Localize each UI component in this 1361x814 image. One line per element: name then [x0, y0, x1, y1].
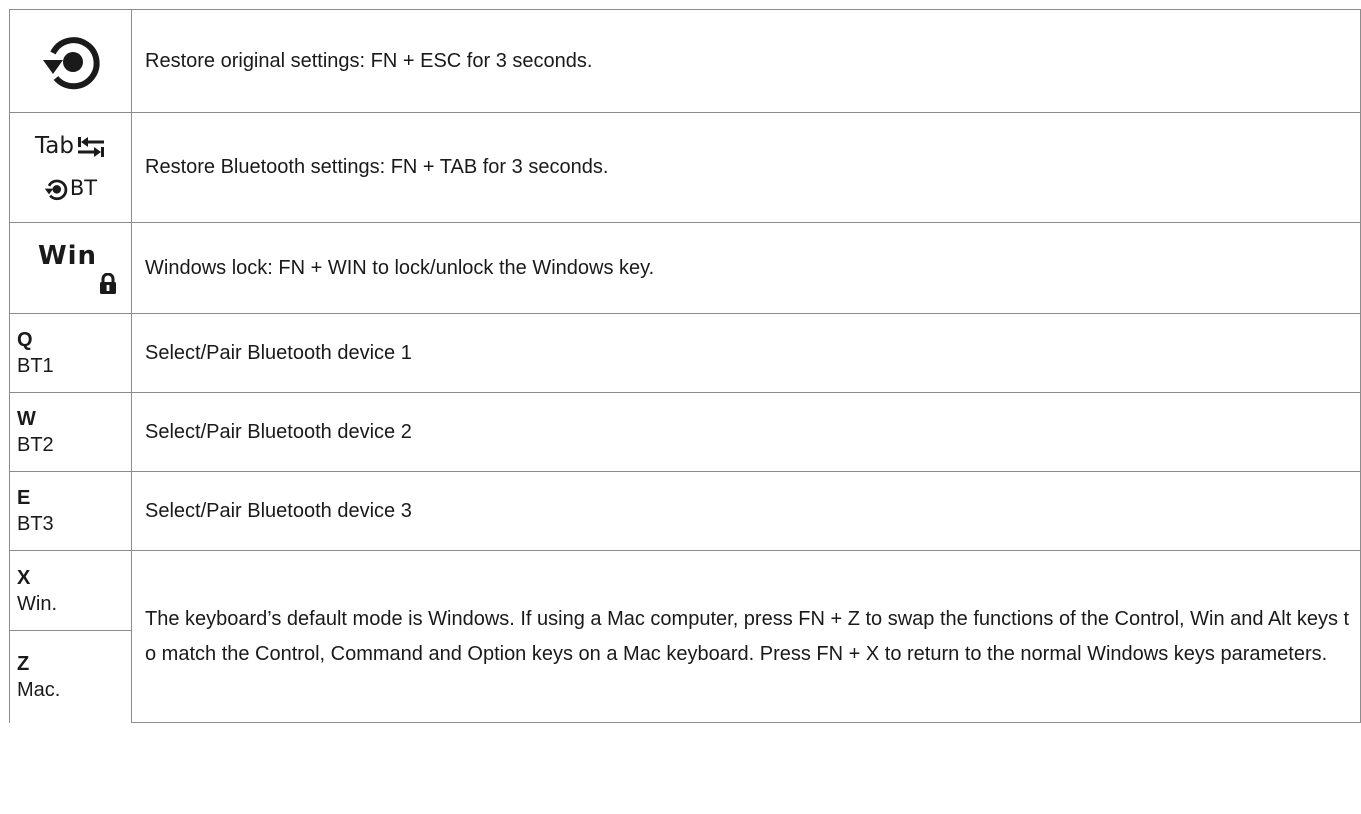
restore-icon — [42, 37, 100, 90]
key-label: Q — [17, 329, 33, 351]
key-label: X — [17, 566, 31, 589]
key-sub-label: Win. — [17, 592, 57, 615]
table-row: X Win. The keyboard’s default mode is Wi… — [9, 550, 1361, 723]
key-cell: W BT2 — [9, 392, 132, 472]
table-row: Win Windows lock: FN + WIN to lock/unloc… — [9, 222, 1361, 314]
key-cell: Tab BT — [9, 112, 132, 223]
key-sub-label: BT3 — [17, 513, 54, 535]
key-cell: Z Mac. — [9, 630, 132, 723]
row-description: Restore Bluetooth settings: FN + TAB for… — [131, 112, 1361, 223]
table-row: Tab BT Restore Bluetooth settings: FN + … — [9, 112, 1361, 223]
shortcut-table: Restore original settings: FN + ESC for … — [9, 9, 1361, 723]
row-description: The keyboard’s default mode is Windows. … — [131, 550, 1361, 723]
table-row: Restore original settings: FN + ESC for … — [9, 9, 1361, 113]
key-label: Tab — [35, 133, 74, 159]
row-description: Restore original settings: FN + ESC for … — [131, 9, 1361, 113]
key-sub-label: Mac. — [17, 678, 61, 701]
restore-small-icon — [44, 179, 68, 200]
key-label: W — [17, 408, 36, 430]
key-cell: Q BT1 — [9, 313, 132, 393]
row-description: Select/Pair Bluetooth device 2 — [131, 392, 1361, 472]
key-cell: X Win. — [9, 550, 132, 631]
key-sub-label: BT1 — [17, 355, 54, 377]
row-description: Windows lock: FN + WIN to lock/unlock th… — [131, 222, 1361, 314]
key-sub-label: BT2 — [17, 434, 54, 456]
key-label: Z — [17, 652, 30, 675]
tab-arrows-icon — [77, 136, 104, 157]
key-sub-label: BT — [69, 176, 98, 200]
key-label: Win — [37, 241, 98, 271]
lock-icon — [100, 273, 116, 294]
table-row: E BT3 Select/Pair Bluetooth device 3 — [9, 471, 1361, 551]
row-description: Select/Pair Bluetooth device 1 — [131, 313, 1361, 393]
key-cell: Win — [9, 222, 132, 314]
row-description: Select/Pair Bluetooth device 3 — [131, 471, 1361, 551]
table-row: Q BT1 Select/Pair Bluetooth device 1 — [9, 313, 1361, 393]
key-cell: E BT3 — [9, 471, 132, 551]
table-row: W BT2 Select/Pair Bluetooth device 2 — [9, 392, 1361, 472]
key-cell — [9, 9, 132, 113]
key-label: E — [17, 487, 31, 509]
